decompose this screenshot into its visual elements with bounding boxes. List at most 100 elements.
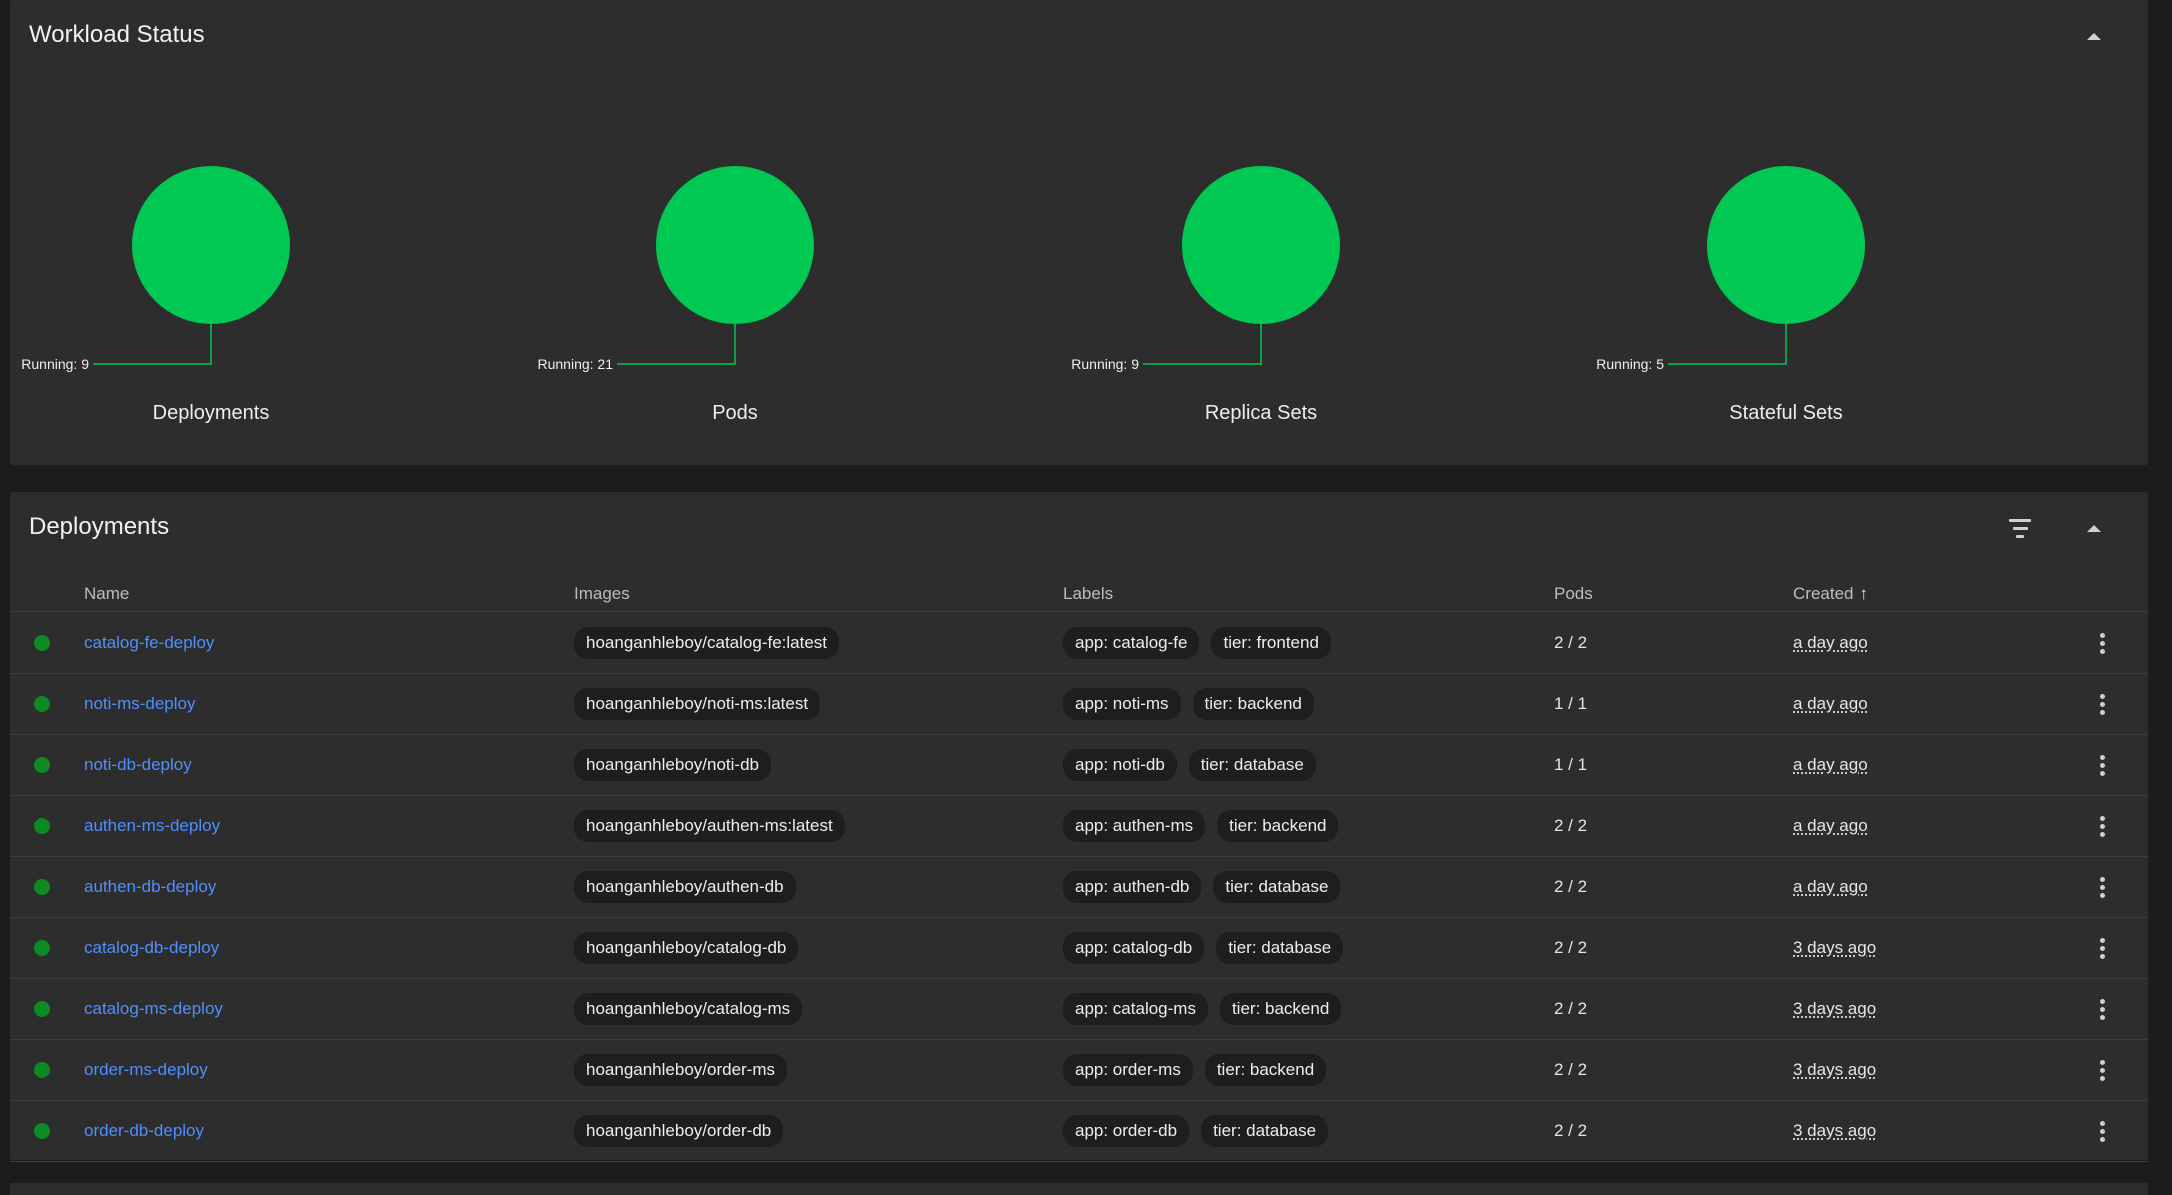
deployment-name-link[interactable]: authen-ms-deploy xyxy=(84,816,220,836)
pie-slice-running[interactable] xyxy=(1707,166,1865,324)
status-cell xyxy=(34,735,50,795)
chart-title: Pods xyxy=(712,402,758,424)
label-chip: tier: database xyxy=(1201,1115,1329,1147)
pie-slice-running[interactable] xyxy=(1182,166,1340,324)
more-vert-icon[interactable] xyxy=(2087,628,2117,658)
images-cell: hoanganhleboy/catalog-db xyxy=(574,918,810,978)
label-chip: app: authen-db xyxy=(1063,871,1202,903)
label-chip: tier: database xyxy=(1216,932,1344,964)
deployment-name-link[interactable]: noti-ms-deploy xyxy=(84,694,196,714)
status-cell xyxy=(34,1101,50,1161)
pie-slice-running[interactable] xyxy=(132,166,290,324)
label-leader-line xyxy=(1668,324,1787,365)
workload-status-card: Workload Status Running: 9 Deployments Run… xyxy=(10,0,2148,465)
chevron-up-icon xyxy=(2087,524,2101,532)
label-chip: app: noti-db xyxy=(1063,749,1177,781)
pods-count: 2 / 2 xyxy=(1554,633,1588,652)
created-cell: 3 days ago xyxy=(1793,1101,1876,1161)
more-vert-icon[interactable] xyxy=(2087,750,2117,780)
actions-cell xyxy=(2087,1101,2117,1161)
status-cell xyxy=(34,857,50,917)
pods-count: 1 / 1 xyxy=(1554,755,1588,774)
more-vert-icon[interactable] xyxy=(2087,994,2117,1024)
created-cell: a day ago xyxy=(1793,674,1868,734)
images-cell: hoanganhleboy/order-db xyxy=(574,1101,795,1161)
created-cell: a day ago xyxy=(1793,735,1868,795)
pods-cell: 1 / 1 xyxy=(1554,674,1587,734)
actions-cell xyxy=(2087,1040,2117,1100)
image-chip: hoanganhleboy/authen-ms:latest xyxy=(574,810,845,842)
deployment-name-link[interactable]: order-db-deploy xyxy=(84,1121,204,1141)
column-header-created[interactable]: Created ↑ xyxy=(1793,584,1868,604)
filter-button[interactable] xyxy=(2000,508,2040,548)
chart-title: Deployments xyxy=(152,402,270,424)
name-cell: authen-ms-deploy xyxy=(84,796,220,856)
pods-count: 2 / 2 xyxy=(1554,1060,1588,1079)
images-cell: hoanganhleboy/authen-ms:latest xyxy=(574,796,857,856)
deployment-name-link[interactable]: catalog-fe-deploy xyxy=(84,633,214,653)
label-chip: tier: backend xyxy=(1204,1054,1327,1086)
column-header-labels: Labels xyxy=(1063,584,1114,603)
more-vert-icon[interactable] xyxy=(2087,689,2117,719)
name-cell: catalog-ms-deploy xyxy=(84,979,223,1039)
pods-cell: 2 / 2 xyxy=(1554,1040,1587,1100)
pods-count: 2 / 2 xyxy=(1554,938,1588,957)
table-row: catalog-db-deploy hoanganhleboy/catalog-d… xyxy=(10,918,2148,979)
pods-cell: 2 / 2 xyxy=(1554,1101,1587,1161)
pods-count: 2 / 2 xyxy=(1554,1121,1588,1140)
images-cell: hoanganhleboy/catalog-fe:latest xyxy=(574,613,851,673)
created-time: a day ago xyxy=(1793,816,1868,835)
name-cell: catalog-fe-deploy xyxy=(84,613,214,673)
label-chip: app: noti-ms xyxy=(1063,688,1181,720)
pods-cell: 2 / 2 xyxy=(1554,857,1587,917)
label-leader-line xyxy=(1143,324,1262,365)
column-header-images: Images xyxy=(574,584,630,603)
label-chip: app: catalog-fe xyxy=(1063,627,1200,659)
name-cell: noti-ms-deploy xyxy=(84,674,196,734)
pie-chart: Running: 9 xyxy=(1071,166,1340,372)
actions-cell xyxy=(2087,735,2117,795)
deployment-name-link[interactable]: order-ms-deploy xyxy=(84,1060,208,1080)
label-chip: app: order-ms xyxy=(1063,1054,1193,1086)
column-header-pods[interactable]: Pods xyxy=(1554,584,1593,604)
more-vert-icon[interactable] xyxy=(2087,1116,2117,1146)
labels-cell: app: authen-ms tier: backend xyxy=(1063,796,1350,856)
table-row: noti-db-deploy hoanganhleboy/noti-db app: … xyxy=(10,735,2148,796)
more-vert-icon[interactable] xyxy=(2087,1055,2117,1085)
deployment-name-link[interactable]: catalog-db-deploy xyxy=(84,938,219,958)
label-chip: tier: database xyxy=(1188,749,1316,781)
created-time: a day ago xyxy=(1793,877,1868,896)
filter-icon xyxy=(2009,518,2031,538)
images-cell: hoanganhleboy/catalog-ms xyxy=(574,979,814,1039)
deployment-name-link[interactable]: authen-db-deploy xyxy=(84,877,216,897)
pods-count: 1 / 1 xyxy=(1554,694,1588,713)
pods-cell: 2 / 2 xyxy=(1554,796,1587,856)
created-time: 3 days ago xyxy=(1793,938,1877,957)
status-cell xyxy=(34,796,50,856)
actions-cell xyxy=(2087,674,2117,734)
created-cell: a day ago xyxy=(1793,796,1868,856)
workload-collapse-button[interactable] xyxy=(2074,16,2114,56)
label-leader-line xyxy=(617,324,736,365)
column-header-name[interactable]: Name xyxy=(84,584,129,604)
pie-slice-running[interactable] xyxy=(656,166,814,324)
chevron-up-icon xyxy=(2087,32,2101,40)
created-cell: a day ago xyxy=(1793,613,1868,673)
chart-title: Stateful Sets xyxy=(1729,402,1843,424)
image-chip: hoanganhleboy/catalog-db xyxy=(574,932,799,964)
status-running-icon xyxy=(34,1062,50,1078)
more-vert-icon[interactable] xyxy=(2087,933,2117,963)
pods-cell: 1 / 1 xyxy=(1554,735,1587,795)
workload-status-title: Workload Status xyxy=(29,21,205,48)
deployments-collapse-button[interactable] xyxy=(2074,508,2114,548)
more-vert-icon[interactable] xyxy=(2087,872,2117,902)
image-chip: hoanganhleboy/noti-ms:latest xyxy=(574,688,821,720)
label-chip: tier: backend xyxy=(1192,688,1314,720)
deployment-name-link[interactable]: catalog-ms-deploy xyxy=(84,999,223,1019)
created-time: 3 days ago xyxy=(1793,1121,1877,1140)
sort-ascending-icon: ↑ xyxy=(1859,584,1868,603)
more-vert-icon[interactable] xyxy=(2087,811,2117,841)
deployment-name-link[interactable]: noti-db-deploy xyxy=(84,755,192,775)
label-chip: tier: backend xyxy=(1217,810,1339,842)
name-cell: authen-db-deploy xyxy=(84,857,216,917)
